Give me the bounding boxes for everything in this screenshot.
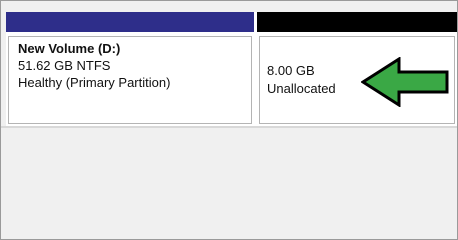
green-left-arrow-icon: [361, 57, 449, 107]
partition-volume-stripe: [6, 12, 254, 32]
partition-new-volume[interactable]: New Volume (D:) 51.62 GB NTFS Healthy (P…: [6, 12, 254, 126]
disk-row-separator: [1, 126, 457, 128]
volume-status: Healthy (Primary Partition): [18, 75, 171, 90]
volume-title: New Volume (D:): [18, 41, 121, 56]
disk-management-view: New Volume (D:) 51.62 GB NTFS Healthy (P…: [0, 0, 458, 240]
unallocated-size: 8.00 GB: [267, 63, 315, 78]
volume-size: 51.62 GB NTFS: [18, 58, 111, 73]
partition-unallocated-panel: 8.00 GB Unallocated: [259, 36, 455, 124]
partition-unallocated-stripe: [257, 12, 457, 32]
unallocated-status: Unallocated: [267, 81, 336, 96]
disk-partition-row: New Volume (D:) 51.62 GB NTFS Healthy (P…: [6, 12, 457, 126]
partition-volume-panel: New Volume (D:) 51.62 GB NTFS Healthy (P…: [8, 36, 252, 124]
partition-unallocated[interactable]: 8.00 GB Unallocated: [257, 12, 457, 126]
